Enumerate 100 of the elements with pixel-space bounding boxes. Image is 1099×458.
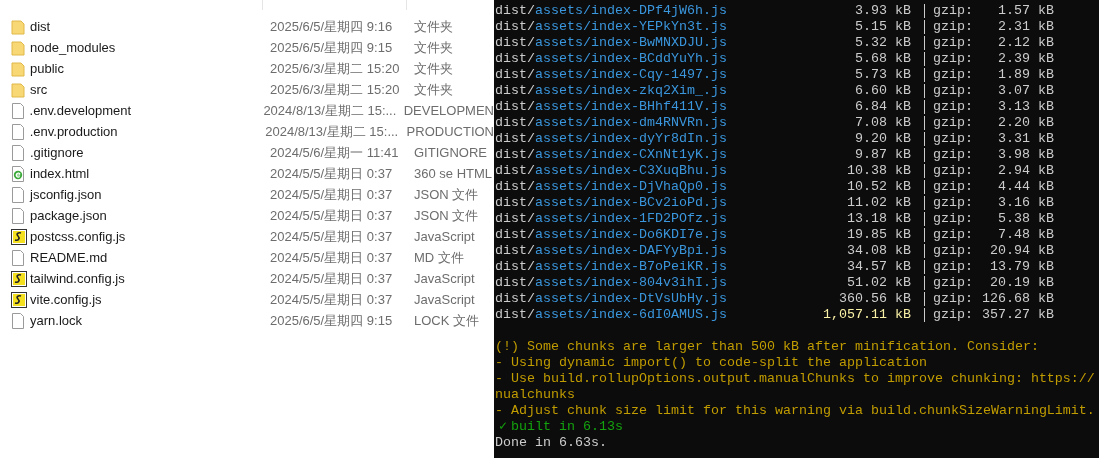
- modified-date: 2025/6/5/星期四 9:15: [270, 311, 394, 330]
- directory-text: dist/: [495, 195, 535, 211]
- folder-icon: [11, 18, 25, 35]
- file-type: 文件夹: [414, 80, 453, 99]
- file-name[interactable]: jsconfig.json: [30, 184, 270, 205]
- gzip-size: 4.44 kB: [997, 179, 1054, 195]
- file-type: JavaScript: [414, 227, 475, 246]
- file-icon: [11, 186, 25, 203]
- modified-date: 2025/6/5/星期四 9:16: [270, 17, 394, 36]
- browser-file-icon: [11, 165, 25, 182]
- file-type: JSON 文件: [414, 185, 479, 204]
- file-size: 5.73 kB: [854, 67, 911, 83]
- gzip-label: gzip:: [933, 99, 974, 115]
- file-name[interactable]: README.md: [30, 247, 270, 268]
- file-name[interactable]: package.json: [30, 205, 270, 226]
- asset-path: assets/index-Do6KDI7e.js: [535, 227, 727, 243]
- file-size: 1,057.11 kB: [822, 307, 911, 323]
- gzip-label: gzip:: [933, 67, 974, 83]
- modified-date: 2024/8/13/星期二 15:...: [265, 122, 400, 141]
- directory-text: dist/: [495, 179, 535, 195]
- file-size: 9.20 kB: [854, 131, 911, 147]
- modified-date: 2024/5/5/星期日 0:37: [270, 164, 394, 183]
- directory-text: dist/: [495, 147, 535, 163]
- gzip-size: 3.16 kB: [997, 195, 1054, 211]
- asset-path: assets/index-B7oPeiKR.js: [535, 259, 727, 275]
- directory-text: dist/: [495, 211, 535, 227]
- file-name[interactable]: src: [30, 79, 270, 100]
- file-name[interactable]: index.html: [30, 163, 270, 184]
- asset-path: assets/index-BCv2ioPd.js: [535, 195, 727, 211]
- asset-path: assets/index-6dI0AMUS.js: [535, 307, 727, 323]
- gzip-size: 2.39 kB: [997, 51, 1054, 67]
- directory-text: dist/: [495, 3, 535, 19]
- modified-date: 2024/5/5/星期日 0:37: [270, 248, 394, 267]
- gzip-label: gzip:: [933, 211, 974, 227]
- file-type: DEVELOPMEN: [403, 101, 494, 120]
- script-file-icon: [11, 228, 27, 245]
- file-type: 360 se HTML: [414, 164, 493, 183]
- gzip-size: 2.20 kB: [997, 115, 1054, 131]
- gzip-size: 1.89 kB: [997, 67, 1054, 83]
- file-name[interactable]: vite.config.js: [30, 289, 270, 310]
- asset-path: assets/index-DjVhaQp0.js: [535, 179, 727, 195]
- asset-path: assets/index-DAFYyBpi.js: [535, 243, 727, 259]
- folder-icon: [11, 39, 25, 56]
- asset-path: assets/index-CXnNt1yK.js: [535, 147, 727, 163]
- gzip-label: gzip:: [933, 35, 974, 51]
- file-name[interactable]: yarn.lock: [30, 310, 270, 331]
- directory-text: dist/: [495, 115, 535, 131]
- file-name[interactable]: dist: [30, 16, 270, 37]
- asset-path: assets/index-BHhf411V.js: [535, 99, 727, 115]
- file-icon: [11, 123, 25, 140]
- gzip-label: gzip:: [933, 115, 974, 131]
- directory-text: dist/: [495, 163, 535, 179]
- file-name[interactable]: node_modules: [30, 37, 270, 58]
- file-name[interactable]: .env.production: [29, 121, 266, 142]
- file-size: 10.52 kB: [846, 179, 911, 195]
- modified-date: 2024/8/13/星期二 15:...: [263, 101, 398, 120]
- gzip-size: 3.07 kB: [997, 83, 1054, 99]
- file-type: LOCK 文件: [414, 311, 479, 330]
- script-file-icon: [11, 291, 27, 308]
- file-type: 文件夹: [414, 59, 453, 78]
- asset-path: assets/index-dm4RNVRn.js: [535, 115, 727, 131]
- file-type: GITIGNORE: [414, 143, 487, 162]
- file-name[interactable]: .env.development: [29, 100, 264, 121]
- directory-text: dist/: [495, 243, 535, 259]
- file-size: 6.84 kB: [854, 99, 911, 115]
- gzip-label: gzip:: [933, 131, 974, 147]
- warning-text: nualchunks: [495, 387, 575, 403]
- directory-text: dist/: [495, 227, 535, 243]
- asset-path: assets/index-dyYr8dIn.js: [535, 131, 727, 147]
- gzip-label: gzip:: [933, 243, 974, 259]
- gzip-label: gzip:: [933, 51, 974, 67]
- gzip-label: gzip:: [933, 179, 974, 195]
- file-type: JavaScript: [414, 290, 475, 309]
- done-text: Done in 6.63s.: [495, 435, 607, 450]
- directory-text: dist/: [495, 131, 535, 147]
- directory-text: dist/: [495, 19, 535, 35]
- gzip-label: gzip:: [933, 3, 974, 19]
- modified-date: 2024/5/5/星期日 0:37: [270, 290, 394, 309]
- gzip-label: gzip:: [933, 147, 974, 163]
- gzip-size: 13.79 kB: [989, 259, 1054, 275]
- gzip-label: gzip:: [933, 275, 974, 291]
- warning-text: (!) Some chunks are larger than 500 kB after minification. Consider:: [495, 339, 1039, 355]
- file-icon: [11, 312, 25, 329]
- file-size: 6.60 kB: [854, 83, 911, 99]
- file-type: JSON 文件: [414, 206, 479, 225]
- file-name[interactable]: public: [30, 58, 270, 79]
- file-size: 51.02 kB: [846, 275, 911, 291]
- file-size: 5.32 kB: [854, 35, 911, 51]
- file-size: 5.68 kB: [854, 51, 911, 67]
- gzip-size: 2.31 kB: [997, 19, 1054, 35]
- file-name[interactable]: tailwind.config.js: [30, 268, 270, 289]
- file-size: 34.57 kB: [846, 259, 911, 275]
- script-file-icon: [11, 270, 27, 287]
- directory-text: dist/: [495, 35, 535, 51]
- folder-icon: [11, 60, 25, 77]
- directory-text: dist/: [495, 275, 535, 291]
- directory-text: dist/: [495, 51, 535, 67]
- file-name[interactable]: postcss.config.js: [30, 226, 270, 247]
- file-name[interactable]: .gitignore: [30, 142, 270, 163]
- asset-path: assets/index-zkq2Xim_.js: [535, 83, 727, 99]
